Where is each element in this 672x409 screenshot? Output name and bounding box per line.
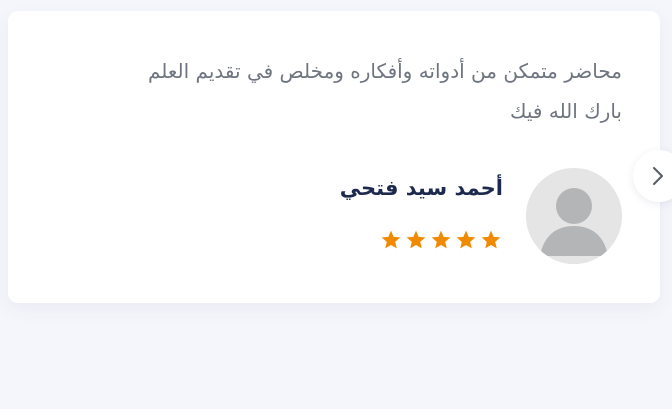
star-icon [481, 230, 501, 249]
star-icon [406, 230, 426, 249]
star-icon [381, 230, 401, 249]
avatar [526, 168, 622, 264]
star-rating [380, 229, 502, 251]
star-icon [431, 230, 451, 249]
chevron-right-icon [653, 167, 663, 185]
user-placeholder-icon [526, 168, 622, 264]
testimonial-card: محاضر متمكن من أدواته وأفكاره ومخلص في ت… [8, 11, 660, 303]
author-name: أحمد سيد فتحي [339, 176, 503, 200]
review-line: بارك الله فيك [510, 99, 622, 123]
star-icon [456, 230, 476, 249]
testimonial-section: محاضر متمكن من أدواته وأفكاره ومخلص في ت… [0, 0, 672, 409]
review-line: محاضر متمكن من أدواته وأفكاره ومخلص في ت… [147, 59, 622, 83]
review-text: محاضر متمكن من أدواته وأفكاره ومخلص في ت… [42, 51, 622, 131]
